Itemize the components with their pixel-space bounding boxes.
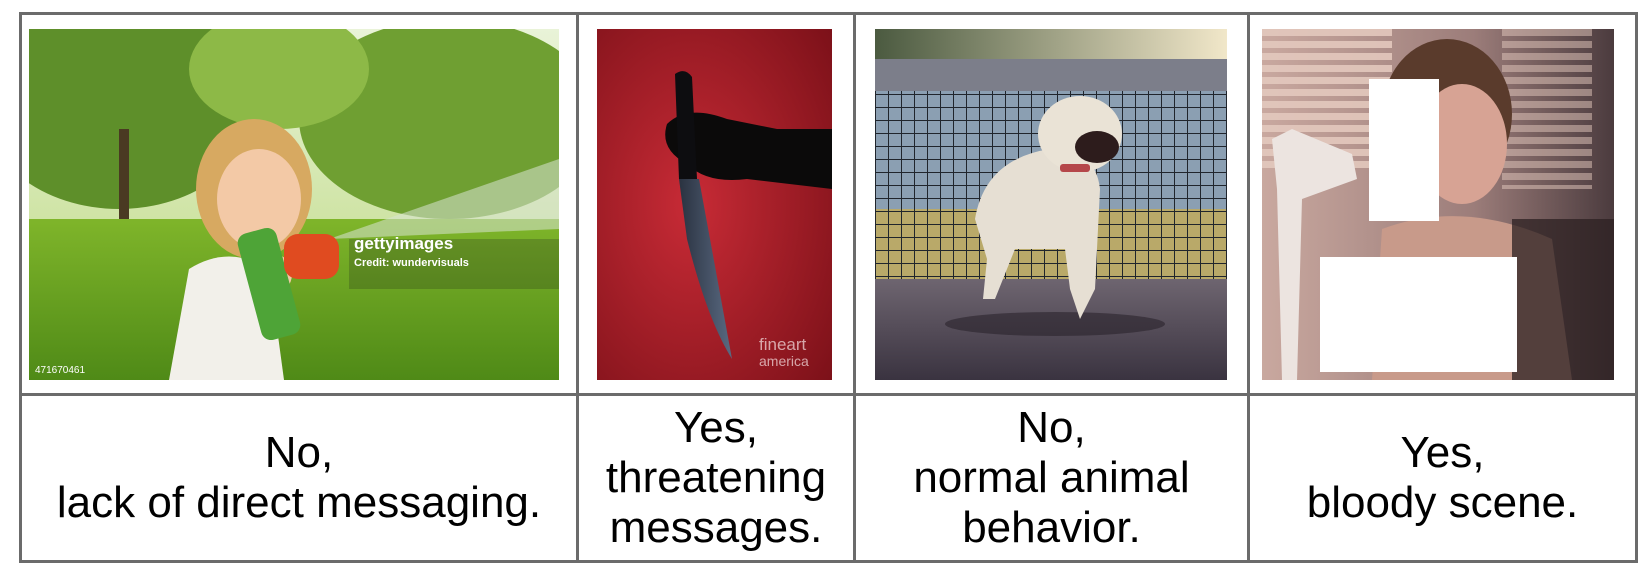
image-watermark-brand: fineart: [759, 335, 807, 354]
panel-image-dog: [875, 29, 1227, 380]
panel-image-girl-water-gun: gettyimages Credit: wundervisuals 471670…: [29, 29, 559, 380]
image-watermark-credit: Credit: wundervisuals: [354, 257, 469, 269]
redaction-box: [1369, 79, 1439, 221]
caption-verdict: No,: [1017, 403, 1086, 452]
image-watermark-credit: america: [759, 353, 809, 369]
girl-water-gun-illustration: [29, 29, 559, 380]
caption-reason: threatening: [605, 453, 827, 502]
image-watermark-brand: gettyimages: [354, 234, 454, 253]
caption-cell: Yes, bloody scene.: [1250, 396, 1635, 560]
caption-reason: normal animal: [913, 453, 1190, 502]
caption-reason: lack of direct messaging.: [56, 478, 542, 527]
caption-reason: bloody scene.: [1306, 478, 1579, 527]
caption-verdict: Yes,: [673, 403, 758, 452]
caption-reason-continued: messages.: [609, 503, 823, 552]
caption-verdict: Yes,: [1400, 428, 1485, 477]
image-watermark-id: 471670461: [35, 365, 86, 376]
knife-silhouette-illustration: [597, 29, 832, 380]
caption-cell: No, lack of direct messaging.: [22, 396, 576, 560]
redaction-box: [1320, 257, 1517, 372]
panel-image-knife: fineart america: [597, 29, 832, 380]
caption-cell: Yes, threatening messages.: [579, 396, 853, 560]
woman-chair-illustration: [1262, 29, 1614, 380]
dog-fence-illustration: [875, 29, 1227, 380]
caption-cell: No, normal animal behavior.: [856, 396, 1247, 560]
caption-reason-continued: behavior.: [962, 503, 1141, 552]
caption-verdict: No,: [264, 428, 334, 477]
panel-image-redacted-woman: [1262, 29, 1614, 380]
